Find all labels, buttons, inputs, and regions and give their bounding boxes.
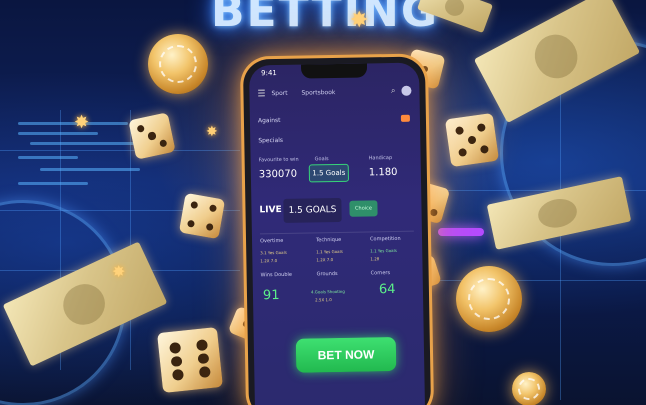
bet-now-button[interactable]: BET NOW <box>295 336 397 373</box>
casino-chip <box>512 372 546 405</box>
avatar[interactable] <box>401 85 412 96</box>
stat-header: Competition <box>369 235 401 243</box>
magenta-light-bar <box>438 228 484 236</box>
phone-screen: 9:41 ☰ Sport Sportsbook ⌕ Against Specia… <box>248 62 426 405</box>
live-market-row: LIVE 1.5 GOALS Choice <box>259 197 413 224</box>
app-topbar: ☰ Sport Sportsbook ⌕ <box>257 85 412 102</box>
casino-chip <box>148 34 208 94</box>
stats-panel: Overtime Technique Competition 3.1 Yes G… <box>259 230 416 315</box>
menu-icon[interactable]: ☰ <box>257 89 265 99</box>
stat-line: 2.5X 1.0 <box>315 297 332 303</box>
stat-line: 1.2X 7.0 <box>316 257 334 263</box>
score-left: 91 <box>262 288 280 304</box>
betting-scene: BETTING ✸ ✸ ✸ ✸ ✸ ✦ 9:41 <box>0 0 646 405</box>
section-label: Specials <box>258 136 284 145</box>
sparkle-icon: ✸ <box>112 262 126 281</box>
code-line <box>40 168 140 171</box>
nav-sport[interactable]: Sport <box>271 90 287 97</box>
stat-header: Grounds <box>316 270 338 278</box>
code-line <box>18 156 78 159</box>
odds-right[interactable]: Handicap 1.180 <box>369 155 416 190</box>
dice <box>178 192 226 240</box>
notification-badge <box>400 114 410 122</box>
sparkle-icon: ✸ <box>206 124 218 140</box>
search-icon[interactable]: ⌕ <box>391 86 396 96</box>
stat-header: Wins Double <box>260 271 293 279</box>
status-time: 9:41 <box>261 69 277 78</box>
stat-line: 1.1 Yes Goals <box>316 248 343 255</box>
odds-left-value: 330070 <box>258 168 298 181</box>
stat-line: 1.1 Yes Goals <box>370 247 397 254</box>
casino-chip <box>456 266 522 332</box>
sparkle-icon: ✸ <box>74 112 90 133</box>
stat-header: Corners <box>370 270 391 277</box>
code-line <box>18 182 88 185</box>
stat-header: Overtime <box>259 237 284 245</box>
dice <box>444 112 500 168</box>
phone-notch <box>300 63 368 79</box>
stat-line: 1.28 <box>370 256 380 262</box>
grid-line <box>130 110 131 370</box>
stat-line: 4.Goals Shooting <box>310 288 345 295</box>
odds-row: Favourite to win 330070 Goals 1.5 Goals … <box>259 155 414 192</box>
choice-badge[interactable]: Choice <box>349 200 378 217</box>
code-line <box>18 122 128 125</box>
live-market[interactable]: 1.5 GOALS <box>283 197 342 223</box>
stat-line: 1.2X 7.0 <box>260 258 278 264</box>
section-label: Against <box>257 116 281 125</box>
nav-sportsbook[interactable]: Sportsbook <box>301 89 335 97</box>
neon-betting-sign: BETTING <box>211 0 439 37</box>
dice <box>128 112 176 160</box>
dice <box>157 327 223 393</box>
stat-header: Technique <box>315 236 342 244</box>
stat-line: 3.1 Yes Goals <box>260 249 287 256</box>
score-right: 64 <box>378 281 396 298</box>
sparkle-icon: ✸ <box>350 8 369 33</box>
odds-middle-selected[interactable]: 1.5 Goals <box>308 163 350 183</box>
grid-line <box>0 150 240 151</box>
smartphone: 9:41 ☰ Sport Sportsbook ⌕ Against Specia… <box>242 56 432 405</box>
live-label: LIVE <box>259 204 282 216</box>
odds-right-value: 1.180 <box>368 166 398 179</box>
odds-left[interactable]: Favourite to win 330070 <box>259 157 306 192</box>
